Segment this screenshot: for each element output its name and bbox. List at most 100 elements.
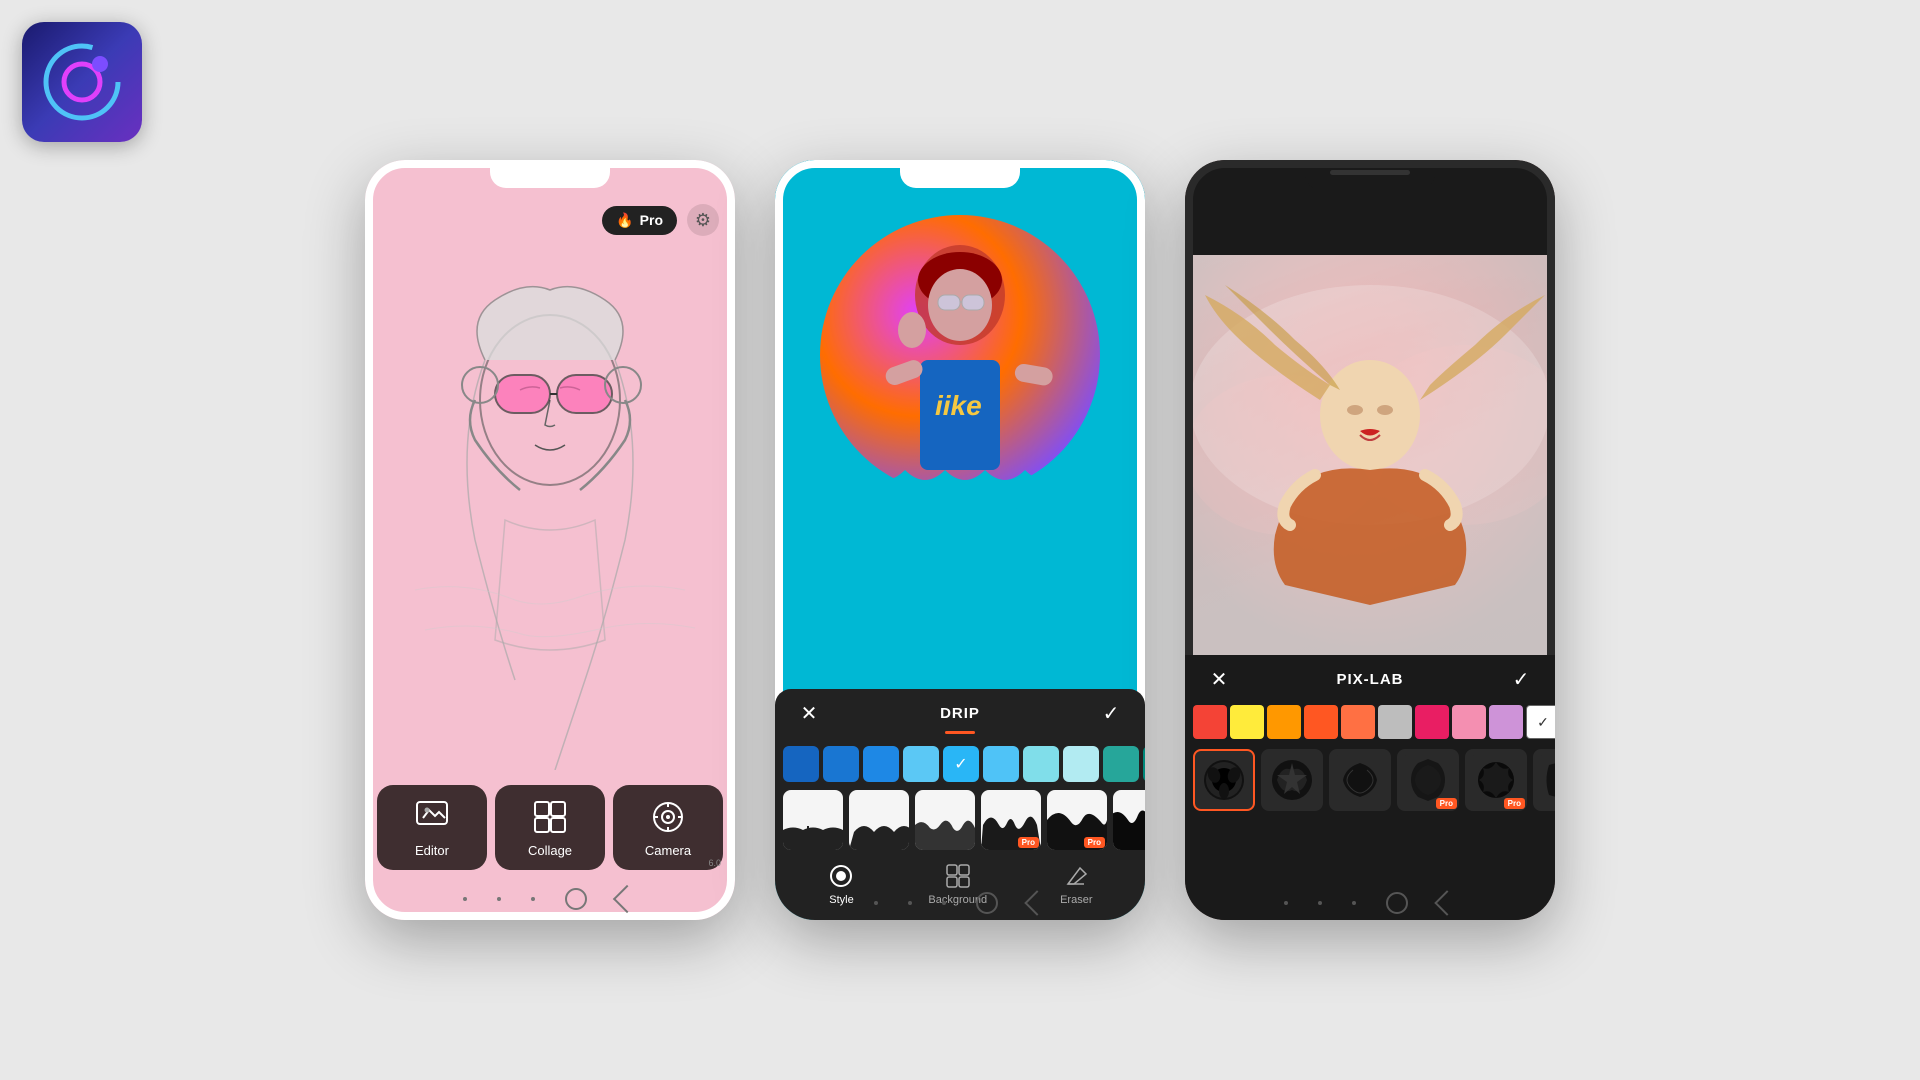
color-swatch-8[interactable] xyxy=(1063,746,1099,782)
p3-hb-back xyxy=(1434,890,1459,915)
color-swatch-4[interactable] xyxy=(903,746,939,782)
phone2-home-bar xyxy=(874,892,1046,914)
style-thumb-6[interactable]: Pro xyxy=(1113,790,1145,850)
swatch3-orange2[interactable] xyxy=(1341,705,1375,739)
version-badge: 6.0 xyxy=(708,858,721,868)
app-icon[interactable] xyxy=(22,22,142,142)
gear-button[interactable]: ⚙ xyxy=(687,204,719,236)
home-bar-dots xyxy=(463,897,467,901)
p3-hb-dot3 xyxy=(1352,901,1356,905)
style-thumb-1[interactable] xyxy=(783,790,843,850)
toolbar-check-button[interactable]: ✓ xyxy=(1097,699,1125,727)
camera-label: Camera xyxy=(645,843,691,858)
phone-3: ✕ PIX-LAB ✓ ✓ xyxy=(1185,160,1555,920)
color-swatch-7[interactable] xyxy=(1023,746,1059,782)
brush-thumb-5[interactable]: Pro xyxy=(1465,749,1527,811)
swatch3-orange[interactable] xyxy=(1267,705,1301,739)
color-swatch-1[interactable] xyxy=(783,746,819,782)
hb-circle xyxy=(976,892,998,914)
toolbar-close-button[interactable]: ✕ xyxy=(795,699,823,727)
phone1-main-image xyxy=(365,240,735,770)
color-swatch-5-selected[interactable] xyxy=(943,746,979,782)
color-swatch-9[interactable] xyxy=(1103,746,1139,782)
swatch3-grey[interactable] xyxy=(1378,705,1412,739)
phone-1-notch xyxy=(490,160,610,188)
color-swatch-6[interactable] xyxy=(983,746,1019,782)
phone1-home-bar xyxy=(463,888,637,910)
hb-dot1 xyxy=(874,901,878,905)
toolbar-accent xyxy=(945,731,975,734)
phone3-top-bar xyxy=(1185,160,1555,255)
phone3-close-button[interactable]: ✕ xyxy=(1205,665,1233,693)
tool-style[interactable]: Style xyxy=(827,862,855,906)
phone3-color-row: ✓ xyxy=(1185,697,1555,743)
swatch3-deeporange[interactable] xyxy=(1304,705,1338,739)
home-bar-dots2 xyxy=(497,897,501,901)
p3-hb-circle xyxy=(1386,892,1408,914)
swatch3-yellow[interactable] xyxy=(1230,705,1264,739)
swatch3-lightpink[interactable] xyxy=(1452,705,1486,739)
pro-badge-style5: Pro xyxy=(1084,837,1105,848)
swatch3-pink[interactable] xyxy=(1415,705,1449,739)
style-thumb-3[interactable] xyxy=(915,790,975,850)
pro-badge-brush4: Pro xyxy=(1436,798,1457,809)
brush-thumb-4[interactable]: Pro xyxy=(1397,749,1459,811)
pro-badge-brush5: Pro xyxy=(1504,798,1525,809)
scene: 🔥 Pro ⚙ xyxy=(0,0,1920,1080)
style-tool-label: Style xyxy=(829,894,853,906)
home-bar-back xyxy=(613,885,641,913)
style-thumbs-row: Pro Pro Pro xyxy=(775,786,1145,854)
style-tool-icon xyxy=(827,862,855,890)
pro-badge[interactable]: 🔥 Pro xyxy=(602,206,677,235)
phone3-toolbar: ✕ PIX-LAB ✓ ✓ xyxy=(1185,655,1555,920)
color-swatches-row xyxy=(775,742,1145,786)
phone-1: 🔥 Pro ⚙ xyxy=(365,160,735,920)
nav-item-camera[interactable]: Camera xyxy=(613,785,723,870)
phone-2-notch xyxy=(900,160,1020,188)
pro-badge-style4: Pro xyxy=(1018,837,1039,848)
collage-icon xyxy=(532,799,568,835)
style-thumb-2[interactable] xyxy=(849,790,909,850)
phone1-header: 🔥 Pro ⚙ xyxy=(365,196,735,244)
nav-item-collage[interactable]: Collage xyxy=(495,785,605,870)
brush-thumb-6[interactable]: Pro xyxy=(1533,749,1555,811)
phone3-notch-inner xyxy=(1305,160,1435,190)
phone-2: iike xyxy=(775,160,1145,920)
pro-label: Pro xyxy=(640,212,663,228)
gear-icon: ⚙ xyxy=(695,210,711,231)
home-bar-circle xyxy=(565,888,587,910)
color-swatch-2[interactable] xyxy=(823,746,859,782)
bottom-nav: Editor Collage Camera xyxy=(377,785,723,870)
p3-hb-dot2 xyxy=(1318,901,1322,905)
flame-icon: 🔥 xyxy=(616,212,633,229)
toolbar-title-row: ✕ DRIP ✓ xyxy=(775,689,1145,731)
editor-icon xyxy=(414,799,450,835)
style-thumb-5[interactable]: Pro xyxy=(1047,790,1107,850)
phone3-brush-row: Pro Pro Pro xyxy=(1185,743,1555,817)
swatch3-white-selected[interactable]: ✓ xyxy=(1526,705,1555,739)
drip-effect xyxy=(815,470,1105,605)
brush-thumb-1[interactable] xyxy=(1193,749,1255,811)
phone2-toolbar: ✕ DRIP ✓ xyxy=(775,689,1145,920)
swatch3-purple[interactable] xyxy=(1489,705,1523,739)
toolbar-title: DRIP xyxy=(823,705,1097,722)
eraser-tool-icon xyxy=(1062,862,1090,890)
color-swatch-3[interactable] xyxy=(863,746,899,782)
brush-thumb-2[interactable] xyxy=(1261,749,1323,811)
eraser-tool-label: Eraser xyxy=(1060,894,1092,906)
editor-label: Editor xyxy=(415,843,449,858)
home-bar-dots3 xyxy=(531,897,535,901)
hb-back xyxy=(1024,890,1049,915)
style-thumb-4[interactable]: Pro xyxy=(981,790,1041,850)
swatch3-red[interactable] xyxy=(1193,705,1227,739)
background-tool-icon xyxy=(944,862,972,890)
camera-icon xyxy=(650,799,686,835)
brush-thumb-3[interactable] xyxy=(1329,749,1391,811)
phone3-home-bar xyxy=(1284,892,1456,914)
tool-eraser[interactable]: Eraser xyxy=(1060,862,1092,906)
phone3-title: PIX-LAB xyxy=(1233,671,1507,688)
phone3-check-button[interactable]: ✓ xyxy=(1507,665,1535,693)
hb-dot2 xyxy=(908,901,912,905)
nav-item-editor[interactable]: Editor xyxy=(377,785,487,870)
color-swatch-10[interactable] xyxy=(1143,746,1145,782)
